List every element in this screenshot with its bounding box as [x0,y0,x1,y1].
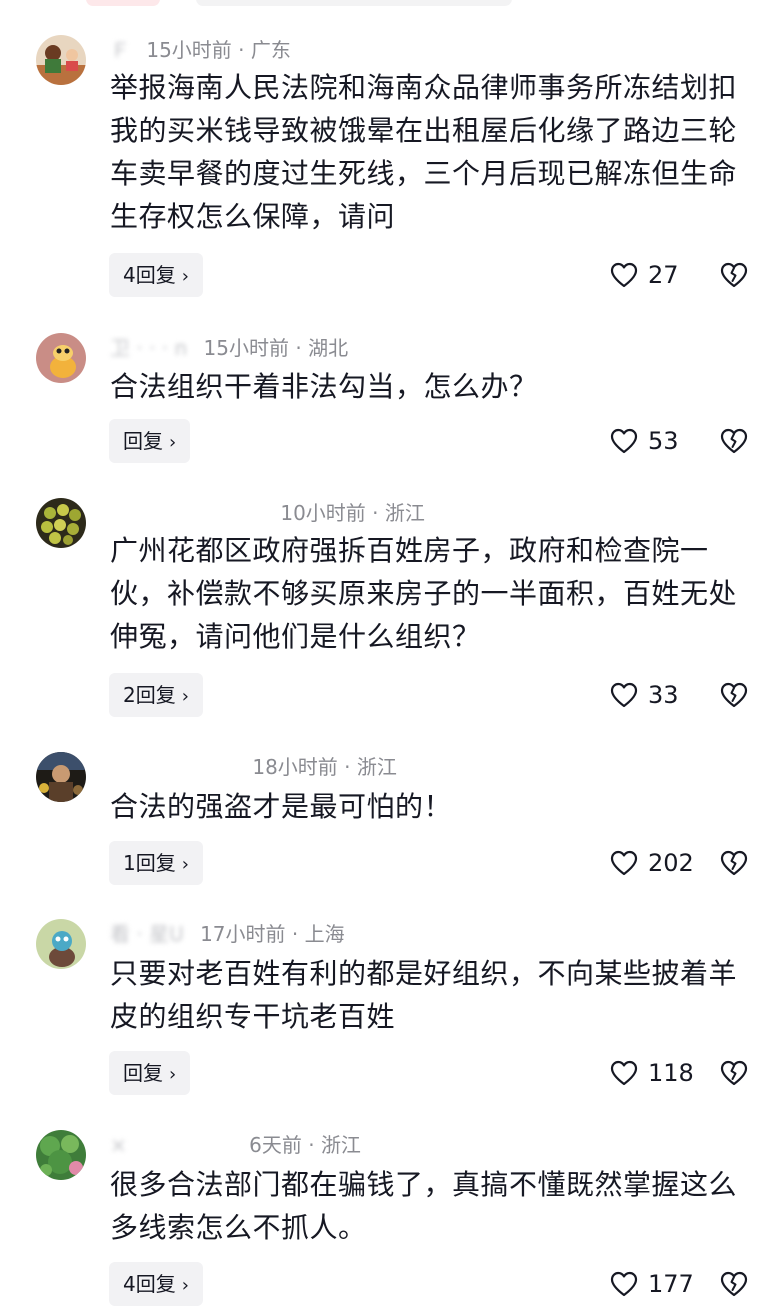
timestamp: 15小时前 [203,336,289,360]
reply-label: 2回复 [123,683,176,707]
reply-button[interactable]: 4回复 › [109,253,203,297]
reply-button[interactable]: 回复 › [109,419,191,463]
comment-meta: × 6天前 · 浙江 [110,1130,361,1160]
like-button[interactable]: 27 [610,253,679,297]
separator: · [372,501,379,525]
reply-label: 4回复 [123,1272,176,1296]
chevron-right-icon: › [181,854,189,875]
avatar[interactable] [36,1130,86,1180]
broken-heart-icon [720,850,748,876]
chevron-right-icon: › [181,266,189,287]
reply-label: 回复 [123,1061,163,1085]
comment-text: 很多合法部门都在骗钱了，真搞不懂既然掌握这么多线索怎么不抓人。 [110,1168,738,1244]
timestamp: 10小时前 [280,501,366,525]
broken-heart-icon [720,262,748,288]
top-tab-fragment [86,0,160,6]
dislike-button[interactable] [718,253,750,297]
dislike-button[interactable] [718,1262,750,1306]
location: 广东 [250,38,291,62]
reply-button[interactable]: 1回复 › [109,841,203,885]
reply-label: 回复 [123,429,163,453]
chevron-right-icon: › [181,686,189,707]
broken-heart-icon [720,1060,748,1086]
heart-icon [610,1060,638,1086]
location: 浙江 [356,755,397,779]
comment-text: 广州花都区政府强拆百姓房子，政府和检查院一伙，补偿款不够买原来房子的一半面积，百… [110,534,738,653]
like-button[interactable]: 177 [610,1262,694,1306]
location: 上海 [304,922,345,946]
heart-icon [610,1271,638,1297]
like-count: 202 [648,849,694,877]
reply-button[interactable]: 回复 › [109,1051,191,1095]
username[interactable]: 看 · 星U [110,919,184,949]
heart-icon [610,262,638,288]
avatar[interactable] [36,752,86,802]
chevron-right-icon: › [169,1064,177,1085]
timestamp: 17小时前 [200,922,286,946]
comment-meta: 看 · 星U 17小时前 · 上海 [110,919,345,949]
username[interactable]: 卫 · · · n [110,333,187,363]
avatar[interactable] [36,35,86,85]
separator: · [308,1133,315,1157]
timestamp: 15小时前 [146,38,232,62]
separator: · [291,922,299,946]
dislike-button[interactable] [718,673,750,717]
avatar[interactable] [36,919,86,969]
heart-icon [610,682,638,708]
reply-label: 1回复 [123,851,176,875]
separator: · [344,755,351,779]
broken-heart-icon [720,428,748,454]
like-button[interactable]: 202 [610,841,694,885]
username[interactable]: × [110,1130,127,1160]
like-count: 33 [648,681,679,709]
like-count: 27 [648,261,679,289]
comment-text: 合法组织干着非法勾当，怎么办？ [110,370,538,403]
like-count: 177 [648,1270,694,1298]
separator: · [295,336,302,360]
like-count: 118 [648,1059,694,1087]
location: 湖北 [308,336,349,360]
comment-text: 只要对老百姓有利的都是好组织，不向某些披着羊皮的组织专干坑老百姓 [110,957,738,1033]
broken-heart-icon [720,1271,748,1297]
dislike-button[interactable] [718,419,750,463]
timestamp: 6天前 [249,1133,302,1157]
comment-text: 举报海南人民法院和海南众品律师事务所冻结划扣我的买米钱导致被饿晕在出租屋后化缘了… [110,71,738,233]
comment-meta: 10小时前 · 浙江 [264,498,425,528]
avatar[interactable] [36,333,86,383]
comment-meta: Ｆ 15小时前 · 广东 [110,35,291,65]
location: 浙江 [384,501,425,525]
like-button[interactable]: 53 [610,419,679,463]
like-count: 53 [648,427,679,455]
like-button[interactable]: 118 [610,1051,694,1095]
comment-text: 合法的强盗才是最可怕的！ [110,790,453,823]
reply-button[interactable]: 4回复 › [109,1262,203,1306]
reply-label: 4回复 [123,263,176,287]
timestamp: 18小时前 [252,755,338,779]
separator: · [238,38,245,62]
dislike-button[interactable] [718,841,750,885]
broken-heart-icon [720,682,748,708]
chevron-right-icon: › [169,432,177,453]
top-input-fragment [196,0,512,6]
comment-meta: 卫 · · · n 15小时前 · 湖北 [110,333,348,363]
heart-icon [610,428,638,454]
dislike-button[interactable] [718,1051,750,1095]
username[interactable]: Ｆ [110,35,130,65]
reply-button[interactable]: 2回复 › [109,673,203,717]
comment-meta: 18小时前 · 浙江 [236,752,397,782]
location: 浙江 [320,1133,361,1157]
avatar[interactable] [36,498,86,548]
heart-icon [610,850,638,876]
like-button[interactable]: 33 [610,673,679,717]
chevron-right-icon: › [181,1275,189,1296]
